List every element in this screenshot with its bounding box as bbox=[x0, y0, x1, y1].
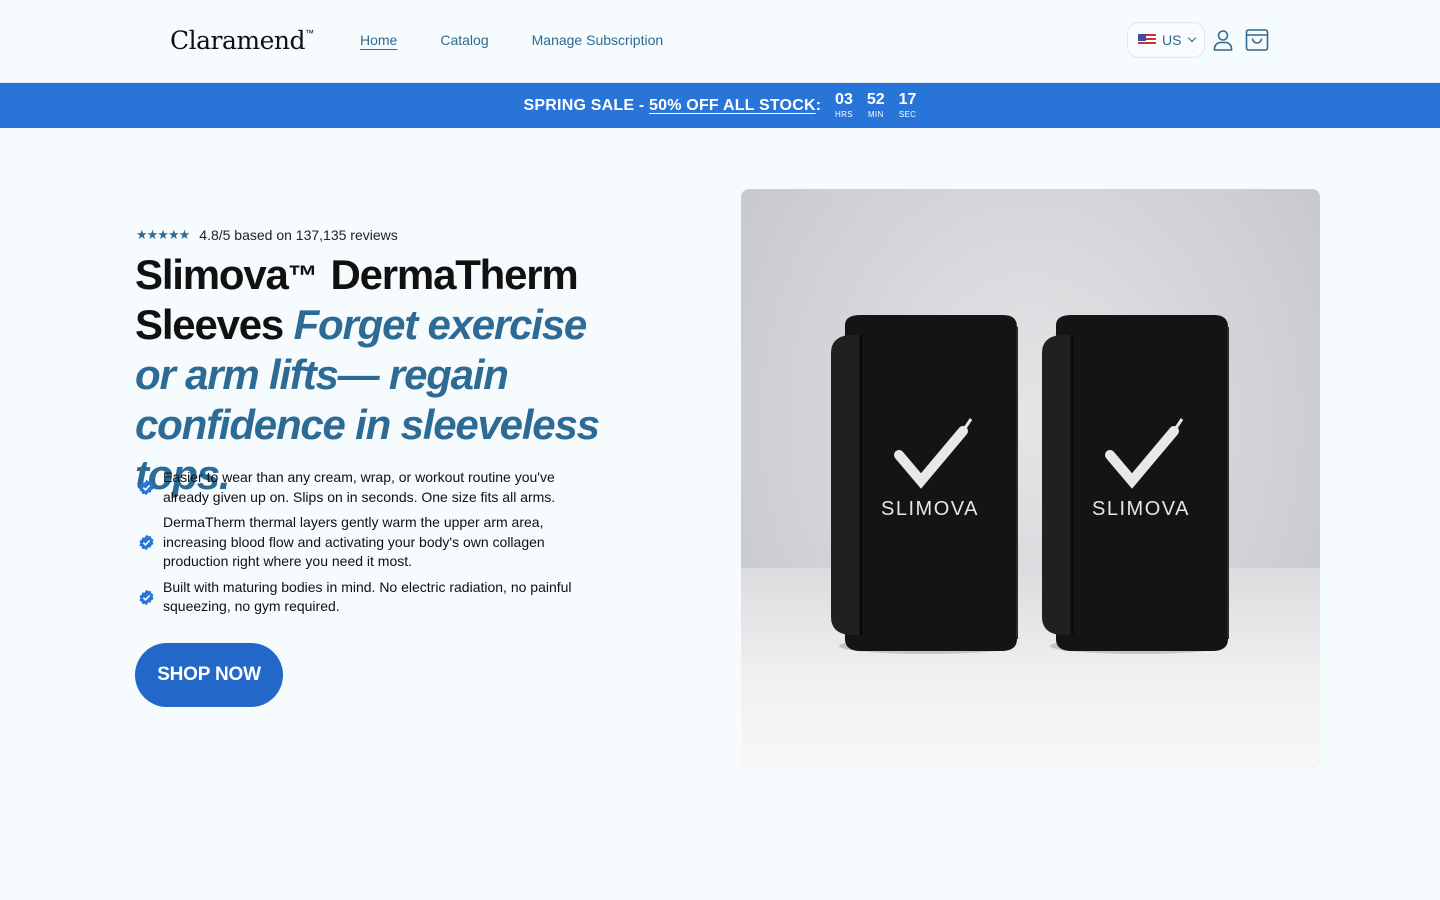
sale-link[interactable]: 50% OFF ALL STOCK bbox=[649, 97, 816, 114]
site-header: Claramend™ Home Catalog Manage Subscript… bbox=[0, 0, 1440, 83]
logo[interactable]: Claramend™ bbox=[170, 26, 314, 55]
rating-text: 4.8/5 based on 137,135 reviews bbox=[199, 227, 398, 243]
region-label: US bbox=[1162, 32, 1182, 48]
shop-now-button[interactable]: SHOP NOW bbox=[135, 643, 283, 707]
countdown-hours: 03 HRS bbox=[835, 92, 853, 119]
product-image: SLIMOVA SLIMOVA bbox=[741, 189, 1320, 768]
sale-prefix: SPRING SALE - bbox=[523, 96, 650, 114]
list-item: Easier to wear than any cream, wrap, or … bbox=[138, 468, 588, 507]
account-button[interactable] bbox=[1209, 26, 1237, 54]
countdown-minutes: 52 MIN bbox=[867, 92, 885, 119]
verified-check-icon bbox=[139, 589, 154, 605]
star-rating-icon: ★★★★★ bbox=[136, 227, 190, 242]
countdown-label: MIN bbox=[867, 110, 884, 119]
countdown-seconds: 17 SEC bbox=[899, 92, 917, 119]
product-floor bbox=[741, 568, 1320, 768]
verified-check-icon bbox=[139, 534, 154, 551]
chevron-down-icon bbox=[1188, 33, 1197, 43]
user-icon bbox=[1213, 30, 1233, 51]
cart-icon bbox=[1245, 29, 1269, 51]
list-item: Built with maturing bodies in mind. No e… bbox=[138, 578, 588, 617]
verified-check-icon bbox=[139, 479, 154, 496]
page-title: Slimova™ DermaTherm Sleeves Forget exerci… bbox=[135, 250, 635, 500]
countdown-label: HRS bbox=[835, 110, 853, 119]
list-item: DermaTherm thermal layers gently warm th… bbox=[138, 513, 588, 572]
title-tm: ™ bbox=[287, 260, 318, 293]
region-selector[interactable]: US bbox=[1127, 22, 1205, 58]
countdown-value: 52 bbox=[866, 91, 885, 108]
nav-manage-subscription[interactable]: Manage Subscription bbox=[532, 32, 664, 48]
countdown-value: 03 bbox=[835, 91, 853, 108]
benefit-list: Easier to wear than any cream, wrap, or … bbox=[138, 468, 588, 623]
countdown-value: 17 bbox=[898, 91, 917, 108]
sale-banner: SPRING SALE - 50% OFF ALL STOCK : 03 HRS… bbox=[0, 83, 1440, 128]
brand-text: SLIMOVA bbox=[881, 498, 979, 520]
nav-catalog[interactable]: Catalog bbox=[440, 32, 488, 48]
countdown-timer: 03 HRS 52 MIN 17 SEC bbox=[835, 92, 916, 119]
brand-text: SLIMOVA bbox=[1092, 498, 1190, 520]
sleeve-left: SLIMOVA bbox=[831, 315, 1018, 654]
rating-row: ★★★★★ 4.8/5 based on 137,135 reviews bbox=[136, 227, 398, 243]
sale-colon: : bbox=[815, 96, 822, 114]
benefit-text: Built with maturing bodies in mind. No e… bbox=[163, 578, 572, 615]
benefit-text: DermaTherm thermal layers gently warm th… bbox=[163, 514, 545, 569]
nav-home[interactable]: Home bbox=[360, 32, 397, 48]
cart-button[interactable] bbox=[1243, 26, 1271, 54]
us-flag-icon bbox=[1138, 34, 1156, 46]
countdown-label: SEC bbox=[898, 110, 917, 119]
benefit-text: Easier to wear than any cream, wrap, or … bbox=[163, 469, 556, 505]
sleeve-right: SLIMOVA bbox=[1042, 315, 1229, 654]
title-brand: Slimova bbox=[135, 251, 289, 298]
sale-text: SPRING SALE - 50% OFF ALL STOCK bbox=[524, 97, 816, 115]
main-nav: Home Catalog Manage Subscription bbox=[360, 32, 663, 48]
